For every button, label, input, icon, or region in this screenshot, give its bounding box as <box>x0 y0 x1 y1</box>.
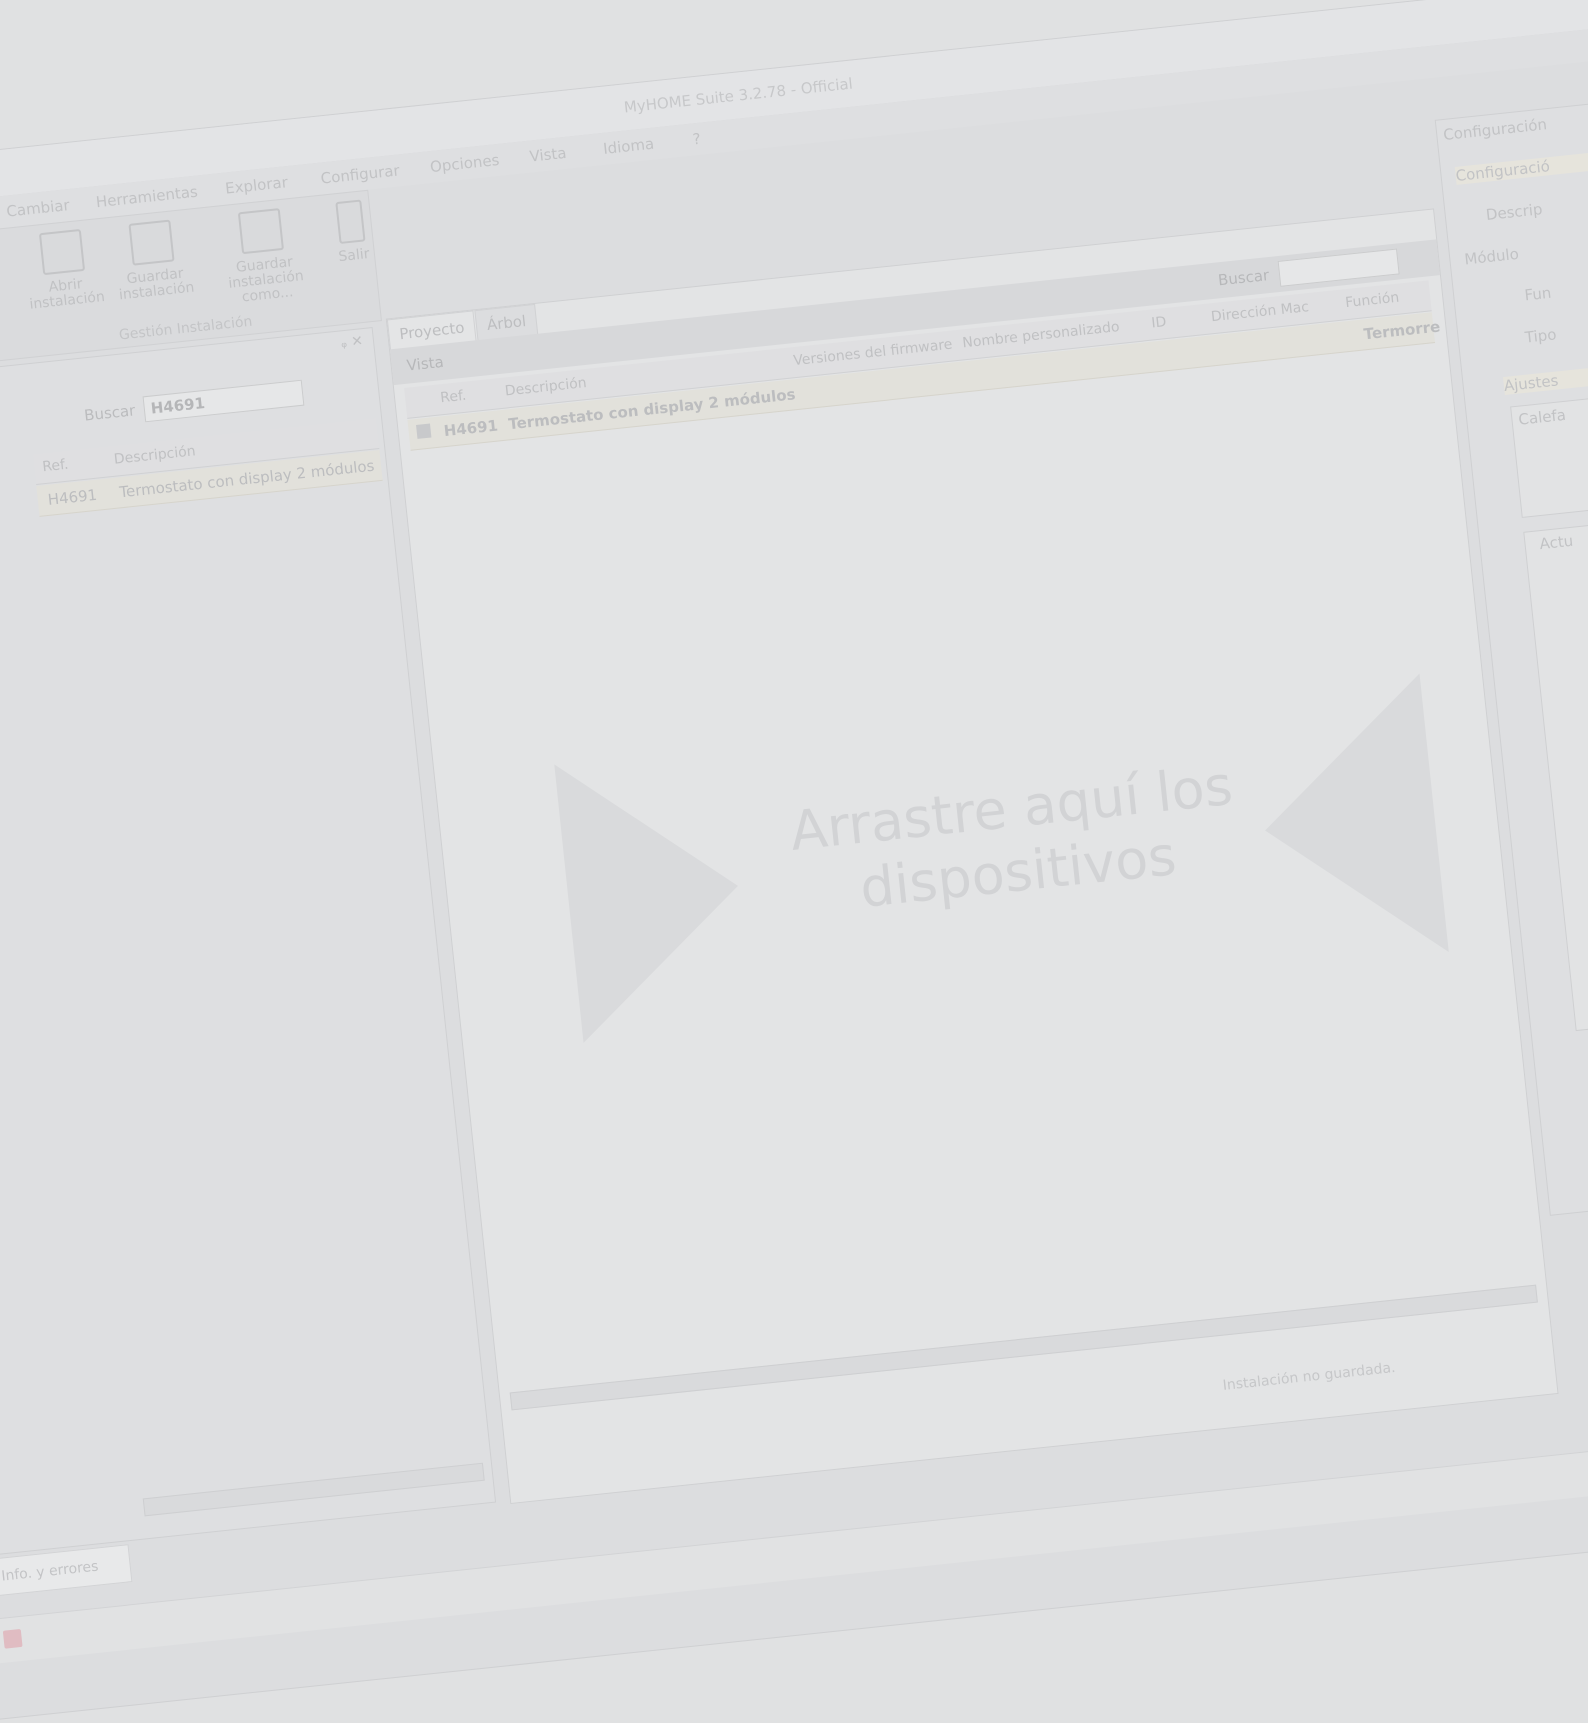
floppy-disk-icon <box>128 219 175 266</box>
menu-herramientas[interactable]: Herramientas <box>95 183 199 212</box>
col-id[interactable]: ID <box>1151 314 1168 331</box>
drop-hint: Arrastre aquí los dispositivos <box>779 753 1250 928</box>
col-descripcion[interactable]: Descripción <box>504 375 587 399</box>
menu-help[interactable]: ? <box>692 130 702 149</box>
device-icon <box>416 423 432 439</box>
config-label-actuadores: Actu <box>1538 531 1575 554</box>
catalog-horizontal-scrollbar[interactable] <box>142 1462 485 1517</box>
col-funcion[interactable]: Función <box>1345 290 1400 312</box>
exit-button[interactable]: Salir <box>328 199 374 266</box>
col-mac[interactable]: Dirección Mac <box>1210 299 1309 325</box>
actuators-group: Actu <box>1523 511 1588 1032</box>
installation-status: Instalación no guardada. <box>1222 1359 1397 1394</box>
folder-icon <box>38 228 86 276</box>
col-ref[interactable]: Ref. <box>42 457 70 476</box>
menu-configurar[interactable]: Configurar <box>320 161 401 187</box>
panel-pin-close[interactable]: ᵩ ✕ <box>340 333 364 351</box>
open-installation-label: Abrir instalación <box>28 276 106 313</box>
save-installation-as-button[interactable]: Guardar instalación como... <box>194 203 333 309</box>
row-ref: H4691 <box>46 485 98 509</box>
config-label-calefaccion: Calefa <box>1517 405 1567 429</box>
right-drop-arrow-icon <box>1250 673 1449 970</box>
config-label-tipo: Tipo <box>1524 325 1558 347</box>
config-label-modulo: Módulo <box>1463 244 1520 269</box>
config-label-descripcion: Descrip <box>1485 200 1544 224</box>
project-horizontal-scrollbar[interactable] <box>509 1284 1538 1411</box>
row-function: Termorre <box>1362 317 1441 344</box>
app-scene: MyHOME Suite 3.2.78 - Official Cambiar H… <box>0 0 1588 1723</box>
left-drop-arrow-icon <box>554 746 753 1043</box>
menu-vista[interactable]: Vista <box>529 144 568 166</box>
unsaved-disk-icon <box>2 1628 23 1649</box>
project-panel: Proyecto Árbol Vista Buscar Ref. Descrip… <box>385 208 1559 1505</box>
project-search-label: Buscar <box>1217 266 1270 290</box>
row-ref: H4691 <box>442 416 499 441</box>
menu-idioma[interactable]: Idioma <box>602 135 655 158</box>
exit-label: Salir <box>337 245 371 266</box>
config-subheader: Configuració <box>1454 146 1588 185</box>
col-ref[interactable]: Ref. <box>440 388 468 407</box>
save-installation-label: Guardar instalación <box>118 265 196 304</box>
save-installation-as-label: Guardar instalación como... <box>227 254 305 306</box>
config-header[interactable]: Configuración <box>1442 115 1547 144</box>
exit-door-icon <box>335 199 366 244</box>
config-label-ajustes: Ajustes <box>1502 356 1588 396</box>
menu-cambiar[interactable]: Cambiar <box>6 196 71 221</box>
floppy-disk-pencil-icon <box>237 208 284 255</box>
menu-explorar[interactable]: Explorar <box>224 173 288 197</box>
catalog-search-label: Buscar <box>83 401 137 425</box>
view-label[interactable]: Vista <box>406 353 445 375</box>
main-window: MyHOME Suite 3.2.78 - Official Cambiar H… <box>0 0 1588 1723</box>
open-installation-button[interactable]: Abrir instalación <box>15 226 113 313</box>
project-search-input[interactable] <box>1277 248 1400 287</box>
menu-opciones[interactable]: Opciones <box>429 151 500 176</box>
save-installation-button[interactable]: Guardar instalación <box>110 218 198 304</box>
heating-group: Calefa <box>1510 386 1588 518</box>
catalog-search-input[interactable] <box>142 379 305 423</box>
config-label-funcion: Fun <box>1523 283 1553 305</box>
col-descripcion[interactable]: Descripción <box>113 443 196 467</box>
